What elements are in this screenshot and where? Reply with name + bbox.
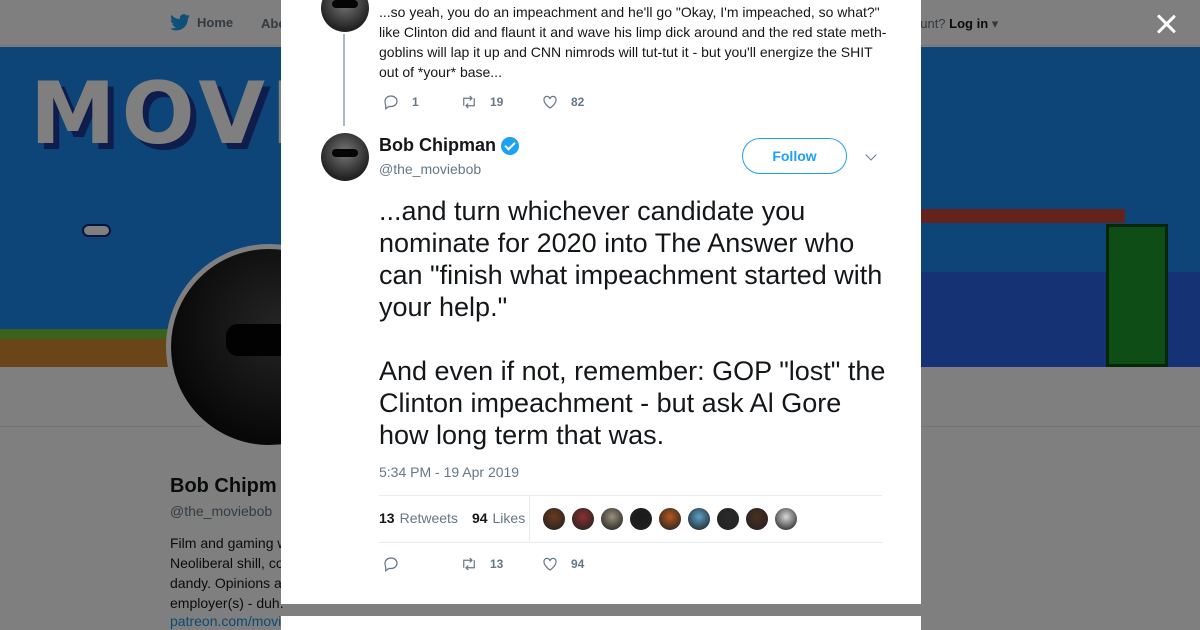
liker-avatar[interactable] — [600, 507, 624, 531]
retweet-count: 13 — [379, 510, 395, 526]
heart-icon — [543, 557, 557, 571]
tweet-stats: 13 Retweets 94 Likes — [379, 510, 525, 526]
previous-like-count: 82 — [571, 95, 585, 109]
author-handle[interactable]: @the_moviebob — [379, 161, 481, 177]
previous-reply-button[interactable]: 1 — [382, 93, 419, 111]
retweet-button[interactable]: 13 — [460, 555, 503, 573]
previous-reply-count: 1 — [412, 95, 419, 109]
previous-tweet-text: ...so yeah, you do an impeachment and he… — [379, 4, 887, 80]
heart-icon — [543, 95, 557, 109]
previous-retweet-button[interactable]: 19 — [460, 93, 503, 111]
reply-button[interactable] — [382, 555, 412, 573]
author-name-text: Bob Chipman — [379, 135, 496, 155]
reply-icon — [384, 557, 398, 572]
liker-avatar[interactable] — [687, 507, 711, 531]
liker-avatar[interactable] — [774, 507, 798, 531]
action-retweet-count: 13 — [490, 557, 504, 571]
likes-stat[interactable]: 94 Likes — [472, 510, 525, 526]
verified-badge-icon — [501, 136, 519, 155]
author-name[interactable]: Bob Chipman — [379, 135, 519, 156]
liker-avatar[interactable] — [629, 507, 653, 531]
retweet-icon — [463, 557, 475, 571]
liker-avatar[interactable] — [571, 507, 595, 531]
next-tweet-edge — [281, 616, 921, 630]
reply-icon — [384, 95, 398, 110]
liker-avatar[interactable] — [716, 507, 740, 531]
close-icon[interactable] — [1153, 11, 1179, 37]
previous-like-button[interactable]: 82 — [541, 93, 584, 111]
liker-avatar[interactable] — [745, 507, 769, 531]
retweet-label: Retweets — [399, 510, 458, 526]
previous-tweet-avatar[interactable] — [321, 0, 369, 32]
action-like-count: 94 — [571, 557, 585, 571]
retweets-stat[interactable]: 13 Retweets — [379, 510, 458, 526]
previous-retweet-count: 19 — [490, 95, 504, 109]
follow-button[interactable]: Follow — [742, 138, 847, 174]
like-label: Likes — [492, 510, 526, 526]
retweet-icon — [463, 95, 475, 109]
stats-bottom-divider — [379, 542, 882, 543]
tweet-text: ...and turn whichever candidate you nomi… — [379, 196, 886, 450]
like-button[interactable]: 94 — [541, 555, 584, 573]
thread-connector-line — [343, 34, 345, 126]
liker-avatars — [542, 507, 803, 531]
liker-avatar[interactable] — [658, 507, 682, 531]
stats-separator — [529, 496, 530, 542]
stats-top-divider — [379, 495, 882, 496]
author-avatar[interactable] — [321, 133, 369, 181]
chevron-down-icon[interactable] — [865, 151, 877, 163]
liker-avatar[interactable] — [542, 507, 566, 531]
tweet-modal: ...so yeah, you do an impeachment and he… — [281, 0, 921, 604]
like-count: 94 — [471, 510, 488, 526]
tweet-timestamp[interactable]: 5:34 PM - 19 Apr 2019 — [379, 464, 519, 480]
